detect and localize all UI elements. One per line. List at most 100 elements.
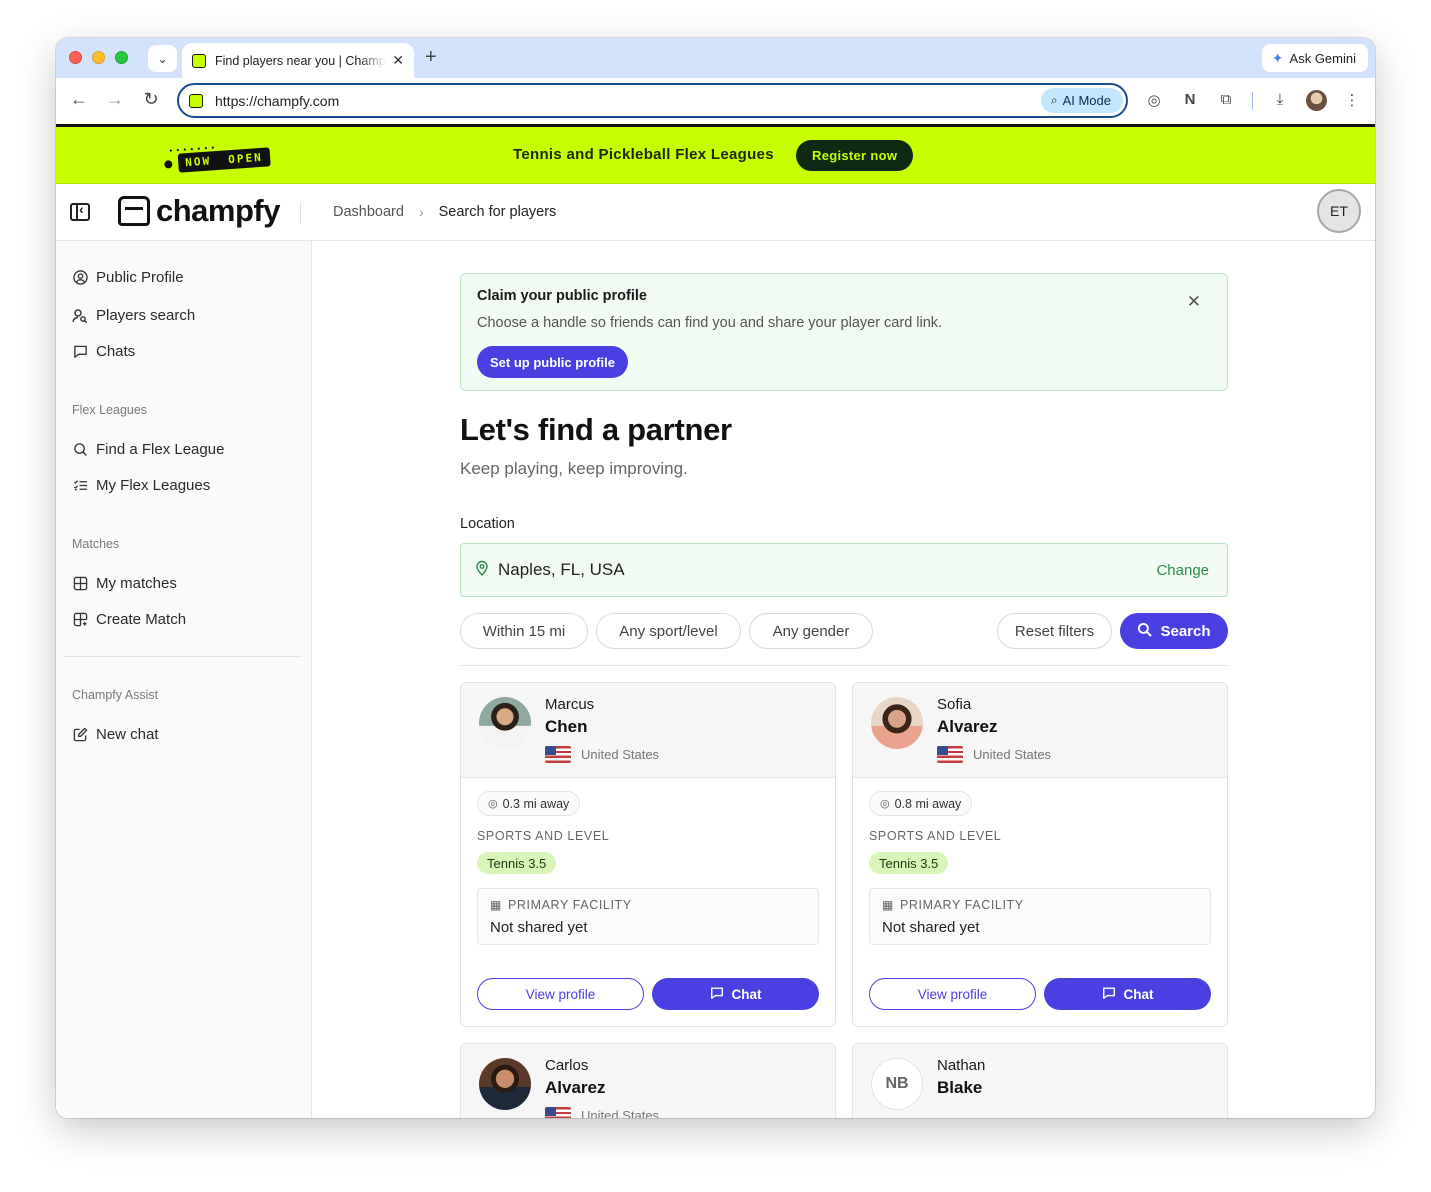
primary-facility-box: ▦ PRIMARY FACILITY Not shared yet (869, 888, 1211, 945)
close-tab-icon[interactable]: ✕ (392, 52, 404, 69)
user-search-icon (72, 308, 88, 324)
sidebar-item-new-chat[interactable]: New chat (72, 726, 159, 743)
more-menu-icon[interactable]: ⋮ (1342, 91, 1362, 109)
player-country: United States (937, 746, 1051, 763)
chat-icon (710, 986, 724, 1003)
us-flag-icon (545, 1107, 571, 1118)
claim-title: Claim your public profile (477, 288, 647, 304)
sidebar-item-chats[interactable]: Chats (72, 343, 135, 360)
active-tab[interactable]: Find players near you | Champfy ✕ (182, 43, 414, 78)
sidebar-item-my-flex-leagues[interactable]: My Flex Leagues (72, 477, 210, 494)
close-window-button[interactable] (69, 51, 82, 64)
user-avatar[interactable]: ET (1317, 189, 1361, 233)
sidebar: Public Profile Players search Chats Flex… (56, 241, 312, 1118)
player-country: United States (545, 1107, 659, 1118)
player-first-name: Carlos (545, 1057, 589, 1074)
sidebar-item-create-match[interactable]: Create Match (72, 611, 186, 628)
set-up-public-profile-button[interactable]: Set up public profile (477, 346, 628, 378)
player-photo[interactable] (479, 1058, 531, 1110)
section-label-matches: Matches (72, 537, 120, 551)
player-card: Sofia Alvarez United States ◎ 0.8 mi away… (852, 682, 1228, 1027)
sidebar-item-players-search[interactable]: Players search (72, 307, 195, 324)
view-profile-button[interactable]: View profile (477, 978, 644, 1010)
breadcrumb-current: Search for players (438, 204, 557, 220)
badge-dot-icon (164, 159, 173, 169)
back-arrow-icon[interactable]: ← (67, 89, 91, 110)
chat-button[interactable]: Chat (652, 978, 819, 1010)
distance-filter[interactable]: Within 15 mi (460, 613, 588, 649)
sport-level-filter[interactable]: Any sport/level (596, 613, 741, 649)
sport-level-badge: Tennis 3.5 (477, 852, 557, 874)
us-flag-icon (937, 746, 963, 763)
results-divider (460, 665, 1228, 666)
ask-gemini-button[interactable]: ✦ Ask Gemini (1261, 44, 1368, 72)
sports-level-label: SPORTS AND LEVEL (477, 829, 610, 843)
ask-gemini-label: Ask Gemini (1289, 50, 1356, 66)
player-first-name: Sofia (937, 696, 972, 713)
register-now-button[interactable]: Register now (796, 140, 914, 171)
player-card: Marcus Chen United States ◎ 0.3 mi away S… (460, 682, 836, 1027)
address-bar[interactable]: https://champfy.com ⌕ AI Mode (177, 83, 1128, 118)
view-profile-button[interactable]: View profile (869, 978, 1036, 1010)
page-title: Let's find a partner (460, 412, 732, 447)
facility-label: ▦ PRIMARY FACILITY (882, 898, 1024, 912)
profile-avatar[interactable] (1306, 90, 1327, 111)
primary-facility-box: ▦ PRIMARY FACILITY Not shared yet (477, 888, 819, 945)
building-icon: ▦ (490, 898, 502, 912)
search-button[interactable]: Search (1120, 613, 1228, 649)
sidebar-divider (64, 656, 302, 657)
grammarly-extension-icon[interactable]: ◎ (1144, 91, 1164, 109)
sidebar-item-label: Players search (96, 307, 196, 324)
tab-strip: ⌄ Find players near you | Champfy ✕ + ✦ … (56, 38, 1375, 78)
sidebar-item-label: My matches (96, 575, 177, 592)
map-pin-icon (475, 560, 489, 580)
breadcrumb-dashboard[interactable]: Dashboard (333, 204, 404, 220)
player-initials-avatar[interactable]: NB (871, 1058, 923, 1110)
tab-search-button[interactable]: ⌄ (148, 45, 177, 72)
building-icon: ▦ (882, 898, 894, 912)
facility-label: ▦ PRIMARY FACILITY (490, 898, 632, 912)
minimize-window-button[interactable] (92, 51, 105, 64)
new-tab-button[interactable]: + (425, 46, 437, 69)
champfy-favicon-icon (192, 53, 206, 68)
maximize-window-button[interactable] (115, 51, 128, 64)
browser-toolbar: ← → ↻ https://champfy.com ⌕ AI Mode ◎ N … (56, 78, 1375, 124)
gemini-sparkle-icon: ✦ (1271, 49, 1284, 66)
player-first-name: Nathan (937, 1057, 986, 1074)
sidebar-item-label: Create Match (96, 611, 187, 628)
chat-icon (1102, 986, 1116, 1003)
ai-search-icon: ⌕ (1050, 93, 1058, 107)
player-photo[interactable] (479, 697, 531, 749)
chevron-right-icon: › (418, 204, 424, 220)
player-last-name: Chen (545, 717, 588, 736)
reset-filters-button[interactable]: Reset filters (997, 613, 1112, 649)
close-icon[interactable]: ✕ (1187, 292, 1201, 312)
notion-extension-icon[interactable]: N (1180, 91, 1200, 108)
sidebar-item-label: My Flex Leagues (96, 477, 211, 494)
player-last-name: Alvarez (545, 1078, 606, 1097)
chat-button[interactable]: Chat (1044, 978, 1211, 1010)
champfy-logo[interactable]: champfy (118, 193, 280, 229)
search-icon (1137, 622, 1152, 641)
reload-icon[interactable]: ↻ (139, 89, 163, 110)
site-favicon-icon (189, 93, 203, 108)
sports-level-label: SPORTS AND LEVEL (869, 829, 1002, 843)
breadcrumb: Dashboard › Search for players (333, 204, 556, 220)
sidebar-item-my-matches[interactable]: My matches (72, 575, 177, 592)
sidebar-item-public-profile[interactable]: Public Profile (72, 269, 184, 286)
download-icon[interactable]: ⤓ (1270, 91, 1290, 108)
player-photo[interactable] (871, 697, 923, 749)
extensions-puzzle-icon[interactable]: ⧉ (1216, 91, 1236, 108)
change-location-link[interactable]: Change (1156, 562, 1209, 579)
search-label: Search (1160, 622, 1211, 640)
sidebar-toggle-icon[interactable] (70, 201, 90, 221)
location-field[interactable]: Naples, FL, USA Change (460, 543, 1228, 597)
gender-filter[interactable]: Any gender (749, 613, 873, 649)
player-last-name: Blake (937, 1078, 983, 1097)
claim-profile-card: Claim your public profile Choose a handl… (460, 273, 1228, 391)
map-pin-icon: ◎ (880, 798, 890, 810)
forward-arrow-icon[interactable]: → (103, 89, 127, 110)
ai-mode-button[interactable]: ⌕ AI Mode (1040, 88, 1123, 113)
sidebar-item-find-flex-league[interactable]: Find a Flex League (72, 441, 224, 458)
player-card: Carlos Alvarez United States (460, 1043, 836, 1118)
